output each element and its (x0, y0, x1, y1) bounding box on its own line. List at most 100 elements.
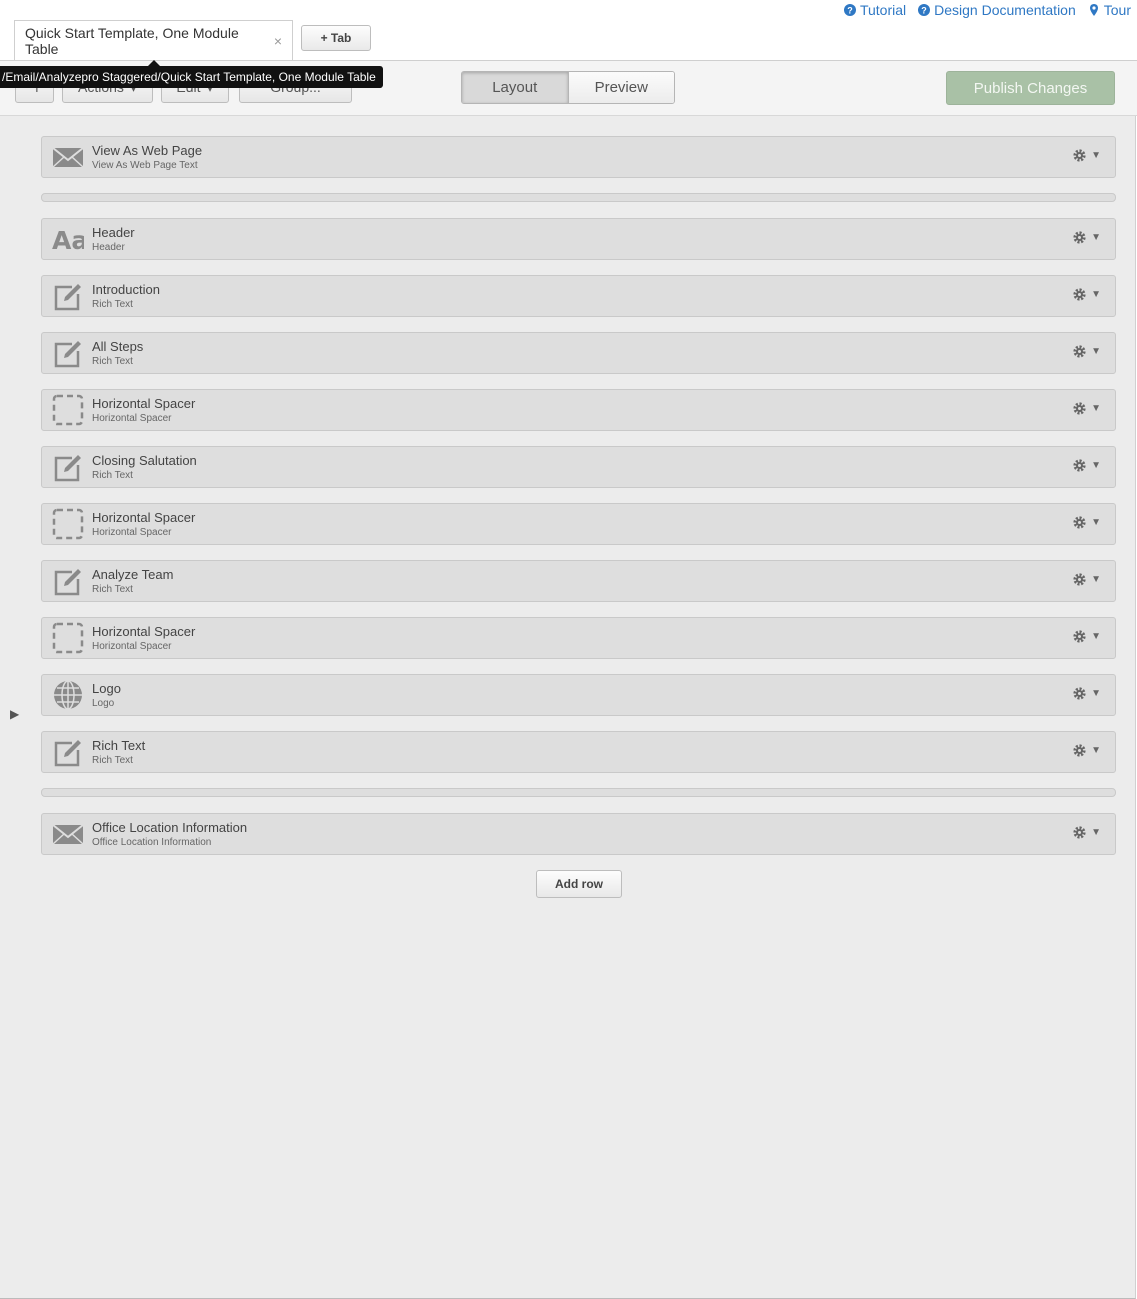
module-row[interactable]: All Steps Rich Text ▼ (41, 332, 1116, 374)
divider-row[interactable] (41, 788, 1116, 797)
module-title: Introduction (92, 282, 160, 297)
design-documentation-label: Design Documentation (934, 2, 1076, 18)
tutorial-link[interactable]: ? Tutorial (843, 2, 907, 18)
module-settings-button[interactable]: ▼ (1072, 686, 1101, 701)
expand-arrow-icon[interactable]: ▶ (10, 707, 19, 721)
module-settings-button[interactable]: ▼ (1072, 344, 1101, 359)
module-subtitle: Office Location Information (92, 837, 212, 848)
module-subtitle: Rich Text (92, 299, 133, 310)
module-row[interactable]: Aa Header Header ▼ (41, 218, 1116, 260)
module-row[interactable]: Logo Logo ▼ (41, 674, 1116, 716)
add-tab-button[interactable]: + Tab (301, 25, 371, 51)
module-row[interactable]: Rich Text Rich Text ▼ (41, 731, 1116, 773)
module-row[interactable]: Closing Salutation Rich Text ▼ (41, 446, 1116, 488)
preview-tab[interactable]: Preview (568, 72, 674, 103)
svg-text:?: ? (921, 6, 927, 16)
chevron-down-icon: ▼ (1091, 232, 1101, 243)
module-settings-button[interactable]: ▼ (1072, 401, 1101, 416)
module-subtitle: Logo (92, 698, 115, 709)
chevron-down-icon: ▼ (1091, 745, 1101, 756)
gear-icon (1073, 459, 1086, 472)
gear-icon (1073, 826, 1086, 839)
tab-label: Quick Start Template, One Module Table (25, 24, 239, 57)
design-documentation-link[interactable]: ? Design Documentation (918, 2, 1076, 18)
tab-bar: Quick Start Template, One Module Table ×… (0, 20, 1137, 61)
gear-icon (1073, 516, 1086, 529)
module-title: Logo (92, 681, 121, 696)
dashed-square-icon (52, 508, 84, 540)
module-subtitle: Rich Text (92, 356, 133, 367)
module-row[interactable]: Office Location Information Office Locat… (41, 813, 1116, 855)
add-row-button[interactable]: Add row (536, 870, 622, 898)
module-settings-button[interactable]: ▼ (1072, 287, 1101, 302)
module-title: Header (92, 225, 135, 240)
chevron-down-icon: ▼ (1091, 150, 1101, 161)
module-settings-button[interactable]: ▼ (1072, 825, 1101, 840)
divider-row[interactable] (41, 193, 1116, 202)
module-row[interactable]: View As Web Page View As Web Page Text ▼ (41, 136, 1116, 178)
module-title: Horizontal Spacer (92, 510, 196, 525)
module-settings-button[interactable]: ▼ (1072, 629, 1101, 644)
module-subtitle: Rich Text (92, 755, 133, 766)
module-settings-button[interactable]: ▼ (1072, 458, 1101, 473)
layout-tab[interactable]: Layout (462, 72, 569, 103)
chevron-down-icon: ▼ (1091, 346, 1101, 357)
module-title: Office Location Information (92, 820, 248, 835)
module-row[interactable]: Horizontal Spacer Horizontal Spacer ▼ (41, 503, 1116, 545)
module-title: Horizontal Spacer (92, 396, 196, 411)
publish-changes-button[interactable]: Publish Changes (946, 71, 1115, 105)
module-row[interactable]: Horizontal Spacer Horizontal Spacer ▼ (41, 617, 1116, 659)
module-settings-button[interactable]: ▼ (1072, 148, 1101, 163)
module-subtitle: View As Web Page Text (92, 160, 198, 171)
module-title: Analyze Team (92, 567, 174, 582)
module-title: Rich Text (92, 738, 146, 753)
module-title: View As Web Page (92, 143, 203, 158)
dashed-square-icon (52, 394, 84, 426)
tab-quick-start-template[interactable]: Quick Start Template, One Module Table × (14, 20, 293, 60)
module-subtitle: Horizontal Spacer (92, 413, 172, 424)
map-pin-icon (1089, 4, 1098, 16)
gear-icon (1073, 402, 1086, 415)
module-subtitle: Rich Text (92, 584, 133, 595)
layout-canvas: ▶ View As Web Page View As Web Page Text… (0, 116, 1136, 1299)
envelope-icon (52, 141, 84, 173)
dashed-square-icon (52, 622, 84, 654)
module-subtitle: Horizontal Spacer (92, 641, 172, 652)
chevron-down-icon: ▼ (1091, 631, 1101, 642)
gear-icon (1073, 345, 1086, 358)
close-icon[interactable]: × (274, 33, 282, 49)
chevron-down-icon: ▼ (1091, 574, 1101, 585)
gear-icon (1073, 231, 1086, 244)
module-settings-button[interactable]: ▼ (1072, 743, 1101, 758)
chevron-down-icon: ▼ (1091, 460, 1101, 471)
help-circle-icon: ? (843, 4, 856, 16)
module-row[interactable]: Analyze Team Rich Text ▼ (41, 560, 1116, 602)
module-subtitle: Rich Text (92, 470, 133, 481)
chevron-down-icon: ▼ (1091, 827, 1101, 838)
gear-icon (1073, 149, 1086, 162)
svg-text:?: ? (847, 6, 853, 16)
edit-icon (52, 451, 84, 483)
module-title: All Steps (92, 339, 144, 354)
globe-icon (52, 679, 84, 711)
edit-icon (52, 280, 84, 312)
gear-icon (1073, 573, 1086, 586)
tutorial-label: Tutorial (859, 2, 907, 18)
module-subtitle: Horizontal Spacer (92, 527, 172, 538)
module-title: Closing Salutation (92, 453, 197, 468)
module-settings-button[interactable]: ▼ (1072, 515, 1101, 530)
module-settings-button[interactable]: ▼ (1072, 572, 1101, 587)
edit-icon (52, 736, 84, 768)
module-row[interactable]: Horizontal Spacer Horizontal Spacer ▼ (41, 389, 1116, 431)
edit-icon (52, 337, 84, 369)
module-settings-button[interactable]: ▼ (1072, 230, 1101, 245)
edit-icon (52, 565, 84, 597)
module-row[interactable]: Introduction Rich Text ▼ (41, 275, 1116, 317)
help-links: ? Tutorial ? Design Documentation Tour (843, 2, 1131, 18)
chevron-down-icon: ▼ (1091, 289, 1101, 300)
gear-icon (1073, 630, 1086, 643)
envelope-icon (52, 818, 84, 850)
chevron-down-icon: ▼ (1091, 688, 1101, 699)
tour-link[interactable]: Tour (1088, 2, 1131, 18)
tour-label: Tour (1103, 2, 1131, 18)
